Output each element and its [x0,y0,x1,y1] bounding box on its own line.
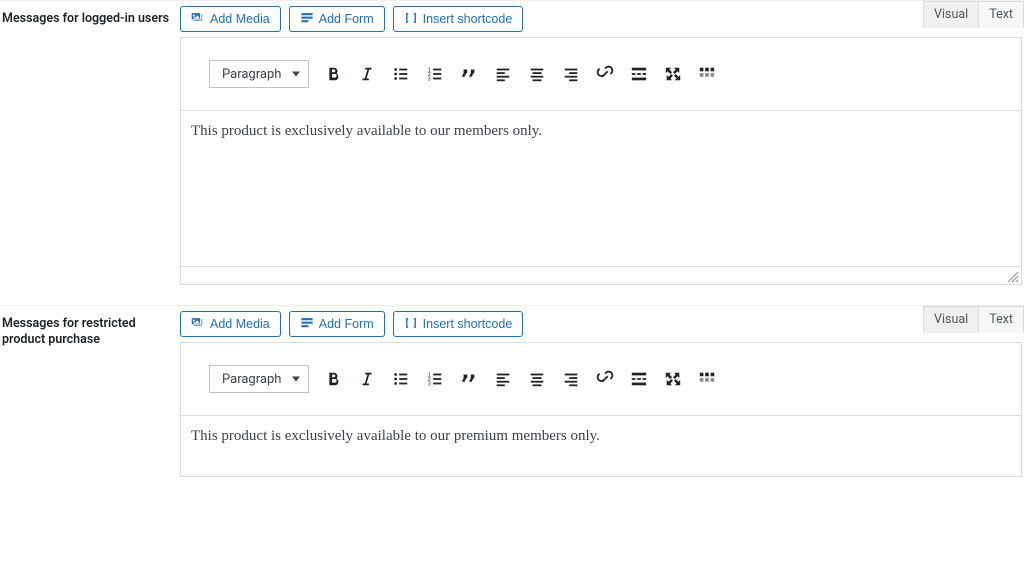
align-center-button[interactable] [527,64,547,84]
visual-tab[interactable]: Visual [923,1,979,28]
bold-button[interactable] [323,369,343,389]
italic-button[interactable] [357,369,377,389]
svg-text:3: 3 [428,76,431,82]
resize-handle-icon[interactable] [1007,271,1019,283]
align-right-button[interactable] [561,64,581,84]
form-icon [300,316,314,333]
add-form-button[interactable]: Add Form [289,311,385,337]
align-right-button[interactable] [561,369,581,389]
italic-button[interactable] [357,64,377,84]
numbered-list-button[interactable]: 123 [425,369,445,389]
shortcode-icon [404,11,418,28]
fullscreen-button[interactable] [663,64,683,84]
add-media-button[interactable]: Add Media [180,311,281,337]
blockquote-button[interactable] [459,369,479,389]
numbered-list-button[interactable]: 123 [425,64,445,84]
add-form-button[interactable]: Add Form [289,6,385,32]
format-select[interactable]: Paragraph [209,60,309,88]
bullet-list-button[interactable] [391,369,411,389]
media-icon [191,316,205,333]
editor-toolbar: Paragraph 123 [181,343,1021,416]
visual-tab[interactable]: Visual [923,306,979,333]
add-media-label: Add Media [210,317,270,331]
link-button[interactable] [595,369,615,389]
fullscreen-button[interactable] [663,369,683,389]
insert-shortcode-label: Insert shortcode [423,317,513,331]
editor-container: Paragraph 123 This product is exclusivel… [180,37,1022,267]
blockquote-button[interactable] [459,64,479,84]
shortcode-icon [404,316,418,333]
toolbar-toggle-button[interactable] [697,369,717,389]
align-left-button[interactable] [493,64,513,84]
add-form-label: Add Form [319,12,374,26]
add-media-button[interactable]: Add Media [180,6,281,32]
editor-toolbar: Paragraph 123 [181,38,1021,111]
link-button[interactable] [595,64,615,84]
add-media-label: Add Media [210,12,270,26]
read-more-button[interactable] [629,369,649,389]
svg-text:3: 3 [428,381,431,387]
text-tab[interactable]: Text [978,1,1024,28]
editor-content[interactable]: This product is exclusively available to… [181,416,1021,476]
align-center-button[interactable] [527,369,547,389]
align-left-button[interactable] [493,369,513,389]
toolbar-toggle-button[interactable] [697,64,717,84]
editor-content[interactable]: This product is exclusively available to… [181,111,1021,266]
format-select[interactable]: Paragraph [209,365,309,393]
bold-button[interactable] [323,64,343,84]
text-tab[interactable]: Text [978,306,1024,333]
insert-shortcode-button[interactable]: Insert shortcode [393,311,524,337]
insert-shortcode-label: Insert shortcode [423,12,513,26]
insert-shortcode-button[interactable]: Insert shortcode [393,6,524,32]
form-icon [300,11,314,28]
editor-status-bar [180,267,1022,285]
media-icon [191,11,205,28]
editor-container: Paragraph 123 This product is exclusivel… [180,342,1022,477]
read-more-button[interactable] [629,64,649,84]
field-label-restricted: Messages for restricted product purchase [0,306,180,359]
bullet-list-button[interactable] [391,64,411,84]
field-label-logged-in: Messages for logged-in users [0,1,180,37]
add-form-label: Add Form [319,317,374,331]
